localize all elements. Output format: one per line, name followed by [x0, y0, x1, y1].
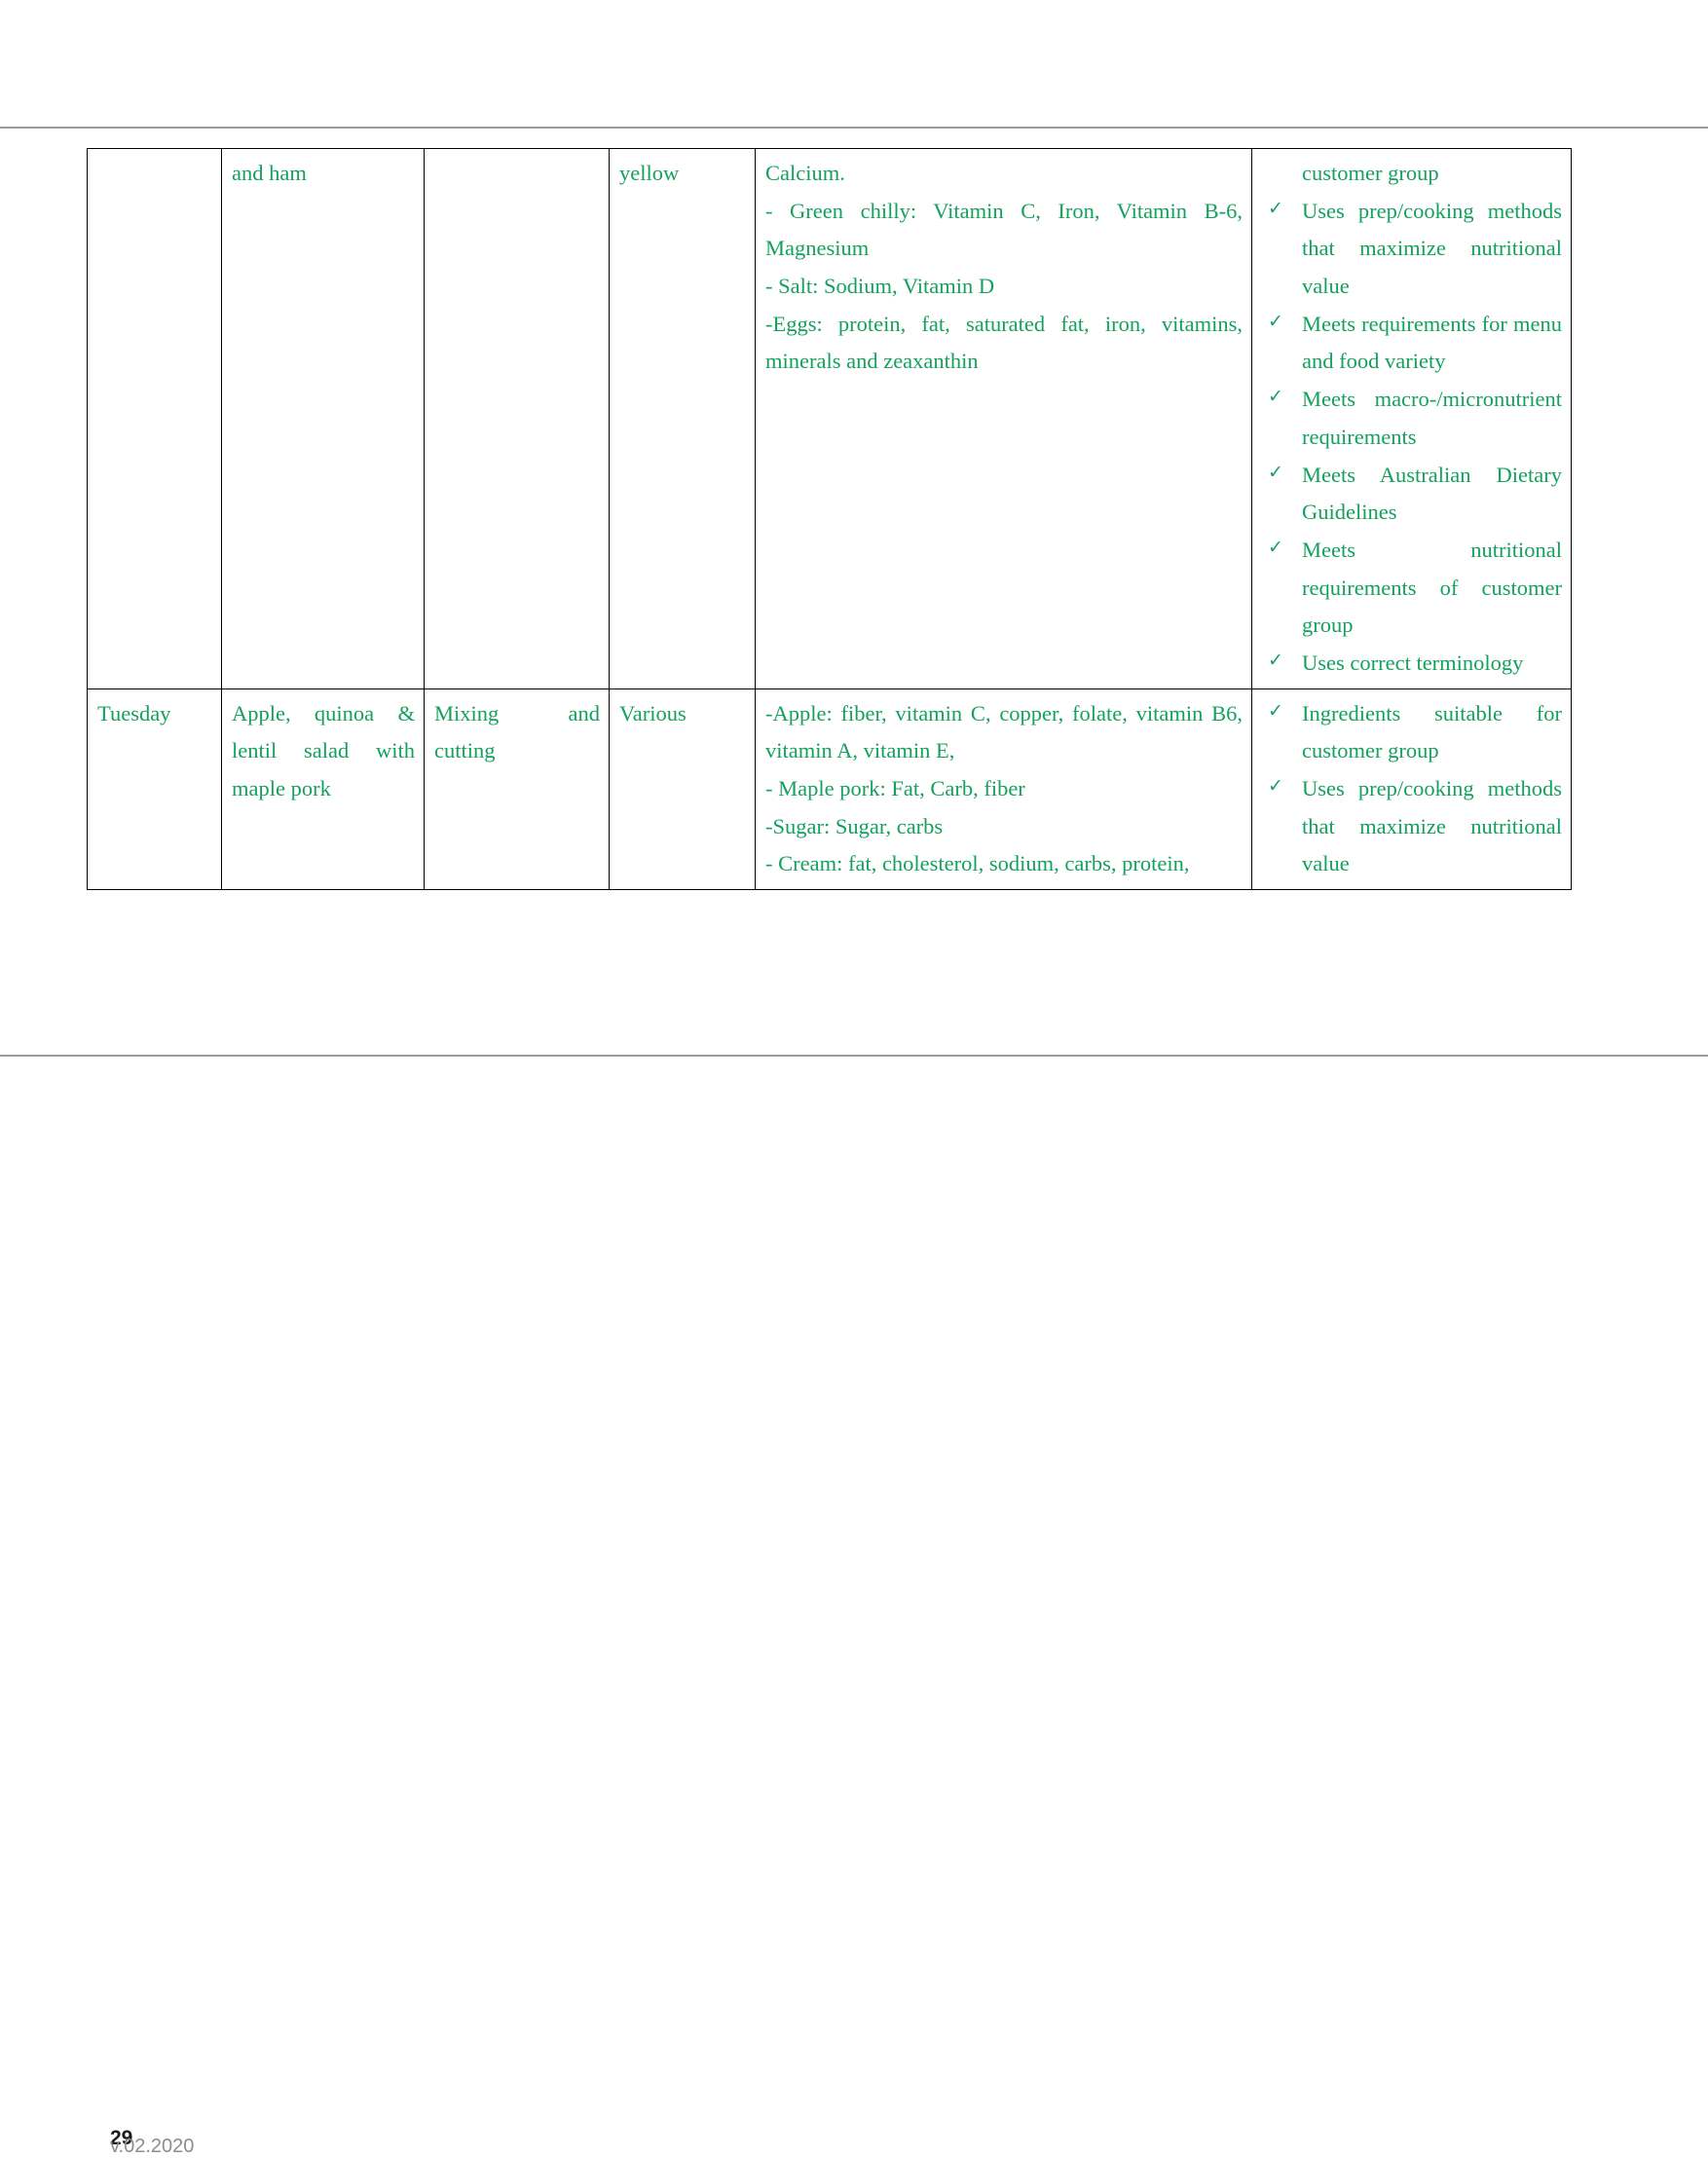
check-icon: ✓: [1268, 461, 1283, 483]
nutrition-line: -Apple: fiber, vitamin C, copper, folate…: [765, 700, 1243, 763]
dish-text: and ham: [232, 161, 307, 185]
table-row: and ham yellow Calcium. - Green chilly: …: [87, 148, 1572, 689]
cell-nutrition: Calcium. - Green chilly: Vitamin C, Iron…: [755, 148, 1252, 689]
list-item-label: Ingredients suitable for customer group: [1302, 700, 1562, 763]
list-item-label: Uses prep/cooking methods that maximize …: [1302, 776, 1562, 876]
cell-method: Mixing and cutting: [424, 688, 610, 891]
nutrition-line: - Salt: Sodium, Vitamin D: [765, 274, 995, 299]
page-footer: 29 v.02.2020: [0, 1055, 1708, 2157]
nutrition-line: Calcium.: [765, 161, 845, 185]
page-break-rule-top: [0, 127, 1708, 129]
nutrition-line: -Sugar: Sugar, carbs: [765, 813, 944, 838]
list-item-label: Uses correct terminology: [1302, 650, 1524, 675]
dish-text: Apple, quinoa & lentil salad with maple …: [232, 700, 415, 800]
document-version: v.02.2020: [110, 2136, 195, 2157]
list-item-label: Meets nutritional requirements of custom…: [1302, 537, 1562, 638]
colour-text: Various: [619, 700, 687, 726]
cell-method: [424, 148, 610, 689]
list-item-label: Uses prep/cooking methods that maximize …: [1302, 198, 1562, 299]
nutrition-line: -Eggs: protein, fat, saturated fat, iron…: [765, 311, 1243, 374]
colour-text: yellow: [619, 161, 680, 185]
method-text: Mixing and cutting: [434, 700, 600, 763]
list-item: ✓ Uses correct terminology: [1262, 645, 1562, 683]
list-item-label: Meets macro-/micronutrient requirements: [1302, 387, 1562, 449]
checklist-continuation: customer group: [1302, 161, 1439, 185]
list-item: ✓ Meets requirements for menu and food v…: [1262, 306, 1562, 381]
list-item: ✓ Meets Australian Dietary Guidelines: [1262, 457, 1562, 532]
list-item-label: Meets requirements for menu and food var…: [1302, 311, 1562, 374]
list-item: ✓ Meets macro-/micronutrient requirement…: [1262, 381, 1562, 456]
checklist: ✓ Ingredients suitable for customer grou…: [1262, 695, 1562, 883]
table-row: Tuesday Apple, quinoa & lentil salad wit…: [87, 688, 1572, 891]
cell-dish: Apple, quinoa & lentil salad with maple …: [221, 688, 425, 891]
menu-planning-table: and ham yellow Calcium. - Green chilly: …: [87, 148, 1572, 891]
check-icon: ✓: [1268, 699, 1283, 722]
cell-nutrition: -Apple: fiber, vitamin C, copper, folate…: [755, 688, 1252, 891]
check-icon: ✓: [1268, 649, 1283, 671]
nutrition-line: - Green chilly: Vitamin C, Iron, Vitamin…: [765, 198, 1243, 261]
nutrition-line: - Cream: fat, cholesterol, sodium, carbs…: [765, 851, 1190, 876]
cell-checklist: ✓ Ingredients suitable for customer grou…: [1251, 688, 1572, 891]
day-label: Tuesday: [97, 700, 171, 726]
checklist: ✓ Uses prep/cooking methods that maximiz…: [1262, 193, 1562, 683]
cell-day: Tuesday: [87, 688, 222, 891]
list-item: ✓ Ingredients suitable for customer grou…: [1262, 695, 1562, 770]
list-item: ✓ Meets nutritional requirements of cust…: [1262, 532, 1562, 645]
check-icon: ✓: [1268, 775, 1283, 797]
cell-day: [87, 148, 222, 689]
list-item: ✓ Uses prep/cooking methods that maximiz…: [1262, 193, 1562, 306]
cell-colour: Various: [609, 688, 756, 891]
cell-dish: and ham: [221, 148, 425, 689]
list-item: ✓ Uses prep/cooking methods that maximiz…: [1262, 770, 1562, 883]
nutrition-line: - Maple pork: Fat, Carb, fiber: [765, 776, 1025, 800]
check-icon: ✓: [1268, 310, 1283, 332]
check-icon: ✓: [1268, 197, 1283, 219]
check-icon: ✓: [1268, 386, 1283, 408]
cell-colour: yellow: [609, 148, 756, 689]
check-icon: ✓: [1268, 536, 1283, 558]
list-item-label: Meets Australian Dietary Guidelines: [1302, 462, 1562, 525]
cell-checklist: customer group ✓ Uses prep/cooking metho…: [1251, 148, 1572, 689]
